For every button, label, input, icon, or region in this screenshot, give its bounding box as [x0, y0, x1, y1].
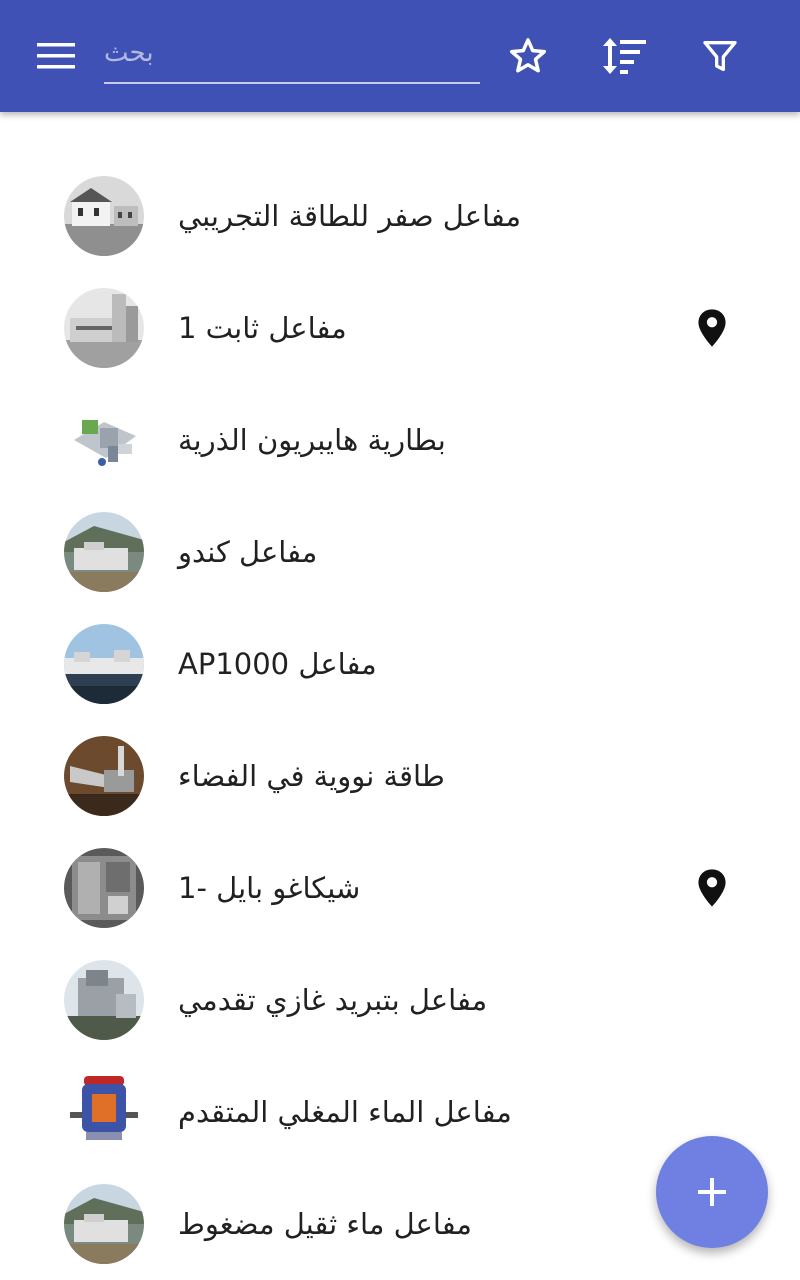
list-item[interactable]: مفاعل بتبريد غازي تقدمي: [0, 944, 800, 1056]
list-item[interactable]: مفاعل صفر للطاقة التجريبي: [0, 160, 800, 272]
location-pin-icon[interactable]: [694, 868, 730, 908]
list-item[interactable]: مفاعل كندو: [0, 496, 800, 608]
list-item-title: مفاعل ماء ثقيل مضغوط: [178, 1207, 472, 1241]
list-item[interactable]: شيكاغو بايل -1: [0, 832, 800, 944]
search-input[interactable]: [104, 28, 480, 78]
list-item-title: شيكاغو بايل -1: [178, 871, 361, 905]
sort-button[interactable]: [598, 30, 650, 82]
list-item-title: مفاعل AP1000: [178, 647, 377, 681]
thumbnail: [64, 400, 144, 480]
list-item-title: مفاعل ثابت 1: [178, 311, 347, 345]
star-outline-icon: [509, 38, 547, 73]
list-item-title: بطارية هايبريون الذرية: [178, 423, 446, 457]
article-list: مفاعل صفر للطاقة التجريبي مفاعل ثابت 1 ب…: [0, 160, 800, 1280]
filter-button[interactable]: [694, 30, 746, 82]
thumbnail: [64, 288, 144, 368]
app-bar: [0, 0, 800, 112]
thumbnail: [64, 176, 144, 256]
list-item-title: طاقة نووية في الفضاء: [178, 759, 445, 793]
thumbnail: [64, 1072, 144, 1152]
menu-button[interactable]: [30, 34, 82, 78]
menu-icon: [37, 43, 75, 69]
list-item[interactable]: طاقة نووية في الفضاء: [0, 720, 800, 832]
thumbnail: [64, 960, 144, 1040]
list-item-title: مفاعل الماء المغلي المتقدم: [178, 1095, 512, 1129]
add-button[interactable]: [656, 1136, 768, 1248]
favorites-button[interactable]: [502, 30, 554, 82]
list-item[interactable]: مفاعل AP1000: [0, 608, 800, 720]
search-field[interactable]: [104, 28, 480, 84]
list-item[interactable]: مفاعل ثابت 1: [0, 272, 800, 384]
list-item-title: مفاعل كندو: [178, 535, 318, 569]
thumbnail: [64, 512, 144, 592]
thumbnail: [64, 624, 144, 704]
filter-icon: [703, 41, 737, 72]
thumbnail: [64, 1184, 144, 1264]
sort-icon: [603, 38, 646, 74]
location-pin-icon[interactable]: [694, 308, 730, 348]
list-item-title: مفاعل صفر للطاقة التجريبي: [178, 199, 522, 233]
list-item-title: مفاعل بتبريد غازي تقدمي: [178, 983, 488, 1017]
plus-icon: [698, 1178, 726, 1206]
list-item[interactable]: بطارية هايبريون الذرية: [0, 384, 800, 496]
thumbnail: [64, 848, 144, 928]
thumbnail: [64, 736, 144, 816]
